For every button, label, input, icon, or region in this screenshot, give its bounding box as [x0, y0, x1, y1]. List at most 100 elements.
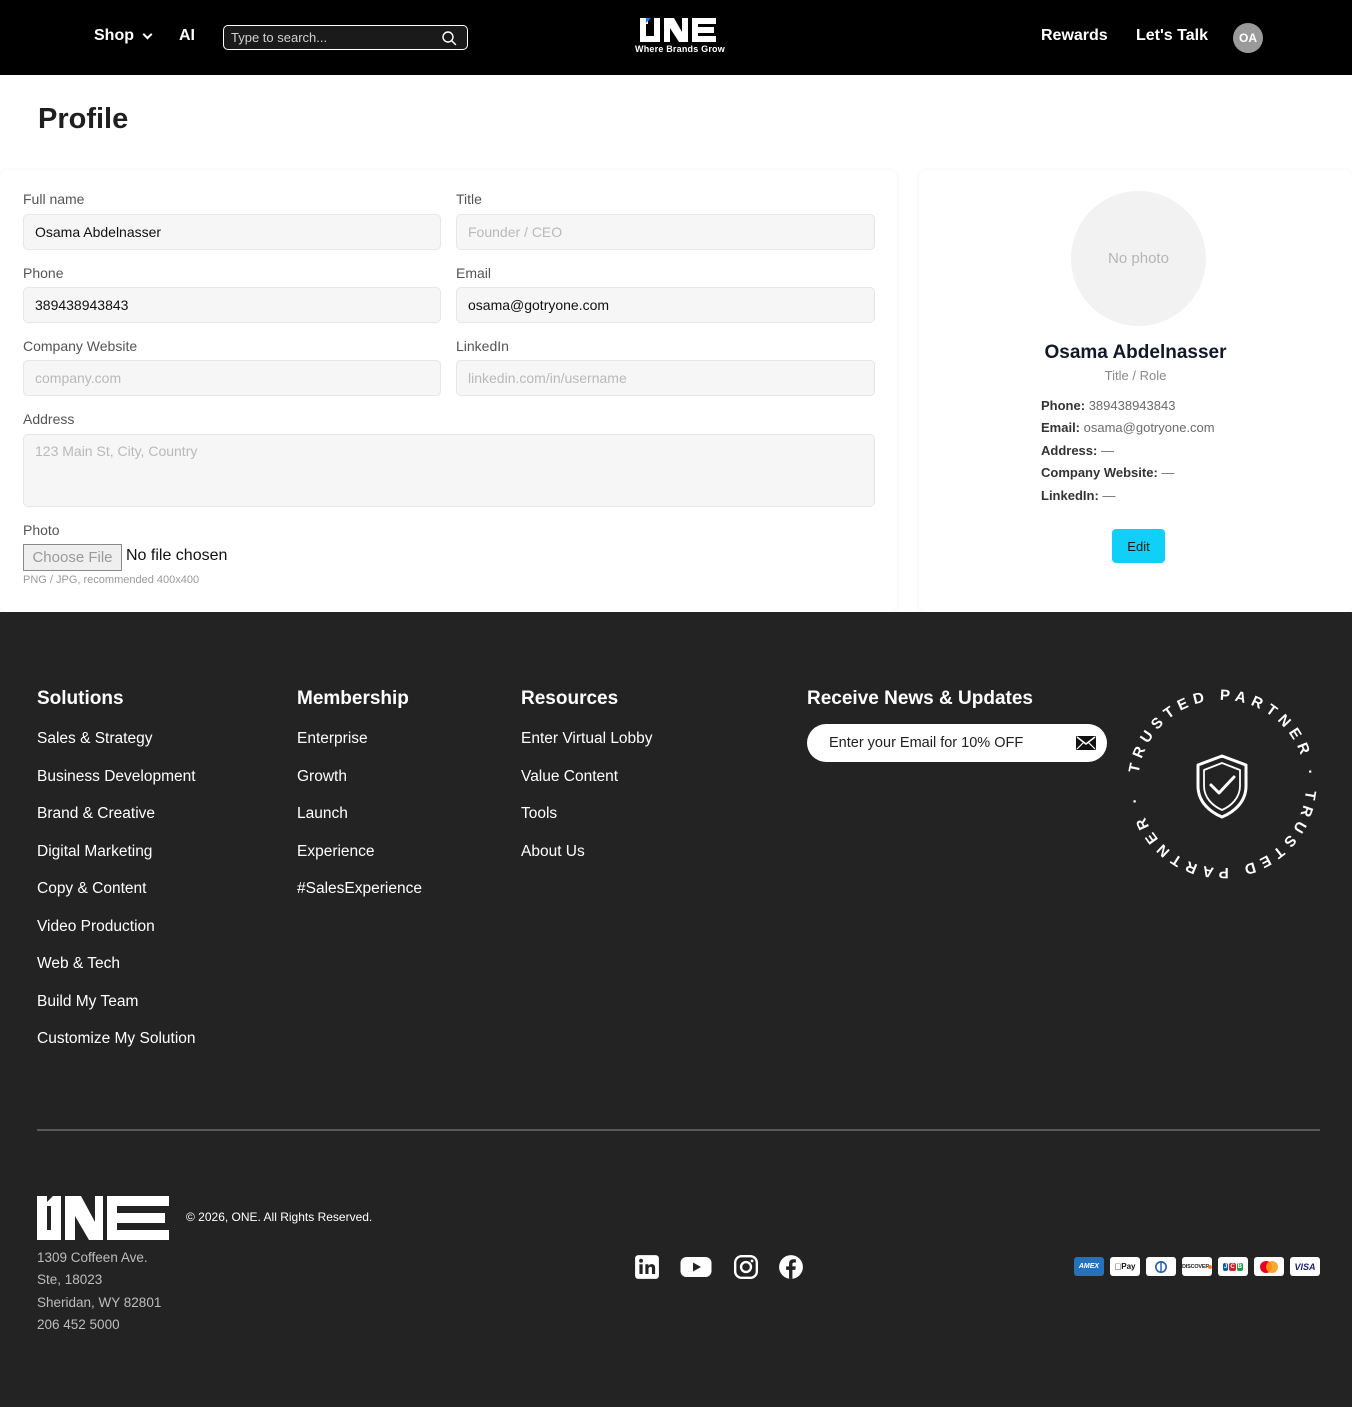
footer-link[interactable]: Copy & Content — [37, 880, 146, 898]
email-input[interactable] — [456, 287, 875, 323]
footer-link[interactable]: Launch — [297, 805, 348, 823]
page-title: Profile — [38, 103, 129, 135]
email-label: Email — [456, 265, 492, 281]
title-input[interactable] — [456, 214, 875, 250]
mastercard-logo — [1260, 1260, 1278, 1273]
mastercard-icon — [1254, 1257, 1284, 1276]
profile-email: Email: osama@gotryone.com — [1041, 420, 1215, 435]
footer-link[interactable]: Business Development — [37, 768, 196, 786]
full-name-input[interactable] — [23, 214, 441, 250]
linkedin-label: LinkedIn — [456, 338, 509, 354]
file-status: No file chosen — [126, 547, 228, 564]
one-logo[interactable]: Where Brands Grow — [632, 14, 728, 62]
jcb-icon: J C B — [1218, 1257, 1248, 1276]
profile-address-value: — — [1100, 443, 1114, 458]
visa-icon: VISA — [1290, 1257, 1320, 1276]
profile-phone: Phone: 389438943843 — [1041, 398, 1175, 413]
lets-talk-link[interactable]: Let's Talk — [1136, 27, 1208, 45]
svg-text:TRUSTED PARTNER · TRUSTED PART: TRUSTED PARTNER · TRUSTED PARTNER · — [1125, 687, 1319, 881]
profile-address: Address: — — [1041, 443, 1114, 458]
footer-divider — [37, 1129, 1320, 1131]
top-navbar: Shop AI Where Brands Grow Rewards Let's … — [0, 0, 1352, 75]
footer-link[interactable]: Customize My Solution — [37, 1030, 196, 1048]
photo-hint: PNG / JPG, recommended 400x400 — [23, 574, 200, 586]
profile-linkedin-label: LinkedIn: — [1041, 488, 1099, 503]
trusted-partner-badge: TRUSTED PARTNER · TRUSTED PARTNER · — [1125, 687, 1319, 881]
photo-label: Photo — [23, 522, 60, 538]
choose-file-button[interactable]: Choose File — [23, 544, 122, 571]
footer-link[interactable]: Web & Tech — [37, 955, 120, 973]
ai-link[interactable]: AI — [179, 27, 195, 45]
address-line: Sheridan, WY 82801 — [37, 1295, 162, 1310]
footer-link[interactable]: #SalesExperience — [297, 880, 422, 898]
profile-phone-label: Phone: — [1041, 398, 1086, 413]
phone-line: 206 452 5000 — [37, 1317, 120, 1332]
jcb-logo: J C B — [1222, 1262, 1244, 1271]
jcb-letter-j: J — [1222, 1262, 1229, 1271]
profile-photo-placeholder: No photo — [1071, 191, 1206, 326]
badge-text: TRUSTED PARTNER · TRUSTED PARTNER · — [1125, 687, 1313, 881]
footer-link[interactable]: Sales & Strategy — [37, 730, 152, 748]
shop-menu[interactable]: Shop — [94, 27, 153, 45]
website-input[interactable] — [23, 360, 441, 396]
profile-website-label: Company Website: — [1041, 465, 1158, 480]
footer-link[interactable]: Build My Team — [37, 993, 138, 1011]
edit-profile-button[interactable]: Edit — [1112, 529, 1165, 563]
membership-title: Membership — [297, 688, 409, 709]
linkedin-icon[interactable] — [634, 1254, 660, 1280]
profile-email-label: Email: — [1041, 420, 1081, 435]
address-label: Address — [23, 411, 75, 427]
footer-link[interactable]: Experience — [297, 843, 375, 861]
youtube-icon[interactable] — [680, 1254, 712, 1280]
newsletter-title: Receive News & Updates — [807, 688, 1033, 709]
footer-link[interactable]: Brand & Creative — [37, 805, 155, 823]
footer-link[interactable]: About Us — [521, 843, 585, 861]
resources-title: Resources — [521, 688, 619, 709]
footer-link[interactable]: Growth — [297, 768, 347, 786]
footer-link[interactable]: Enterprise — [297, 730, 368, 748]
address-line: Ste, 18023 — [37, 1272, 103, 1287]
profile-website-value: — — [1161, 465, 1175, 480]
footer-link[interactable]: Digital Marketing — [37, 843, 152, 861]
footer-link[interactable]: Tools — [521, 805, 557, 823]
apple-pay-icon: Pay — [1110, 1257, 1140, 1276]
footer-link[interactable]: Enter Virtual Lobby — [521, 730, 653, 748]
newsletter-form — [807, 724, 1107, 762]
linkedin-input[interactable] — [456, 360, 875, 396]
jcb-letter-c: C — [1229, 1262, 1236, 1271]
profile-name: Osama Abdelnasser — [1044, 342, 1227, 363]
footer-link[interactable]: Value Content — [521, 768, 618, 786]
profile-role: Title / Role — [1104, 368, 1167, 383]
envelope-icon[interactable] — [1075, 735, 1097, 751]
shop-label: Shop — [94, 27, 134, 44]
search-box[interactable] — [223, 25, 468, 50]
footer-one-logo[interactable] — [37, 1194, 171, 1242]
profile-phone-value: 389438943843 — [1088, 398, 1176, 413]
profile-email-value: osama@gotryone.com — [1083, 420, 1215, 435]
rewards-link[interactable]: Rewards — [1041, 27, 1108, 45]
address-textarea[interactable] — [23, 434, 875, 507]
amex-icon: AMEX — [1074, 1257, 1104, 1276]
chevron-down-icon — [142, 29, 153, 39]
phone-input[interactable] — [23, 287, 441, 323]
copyright-text: © 2026, ONE. All Rights Reserved. — [186, 1210, 373, 1224]
website-label: Company Website — [23, 338, 138, 354]
search-icon[interactable] — [441, 30, 457, 46]
jcb-letter-b: B — [1236, 1262, 1244, 1271]
profile-linkedin-value: — — [1102, 488, 1116, 503]
solutions-title: Solutions — [37, 688, 124, 709]
footer-link[interactable]: Video Production — [37, 918, 155, 936]
one-logo-mark — [640, 18, 716, 42]
search-input[interactable] — [231, 28, 431, 46]
facebook-icon[interactable] — [778, 1254, 804, 1280]
apple-pay-label: Pay — [1117, 1262, 1135, 1271]
instagram-icon[interactable] — [733, 1254, 759, 1280]
title-label: Title — [456, 191, 482, 207]
full-name-label: Full name — [23, 191, 85, 207]
profile-address-label: Address: — [1041, 443, 1098, 458]
newsletter-email-input[interactable] — [829, 733, 1059, 753]
user-avatar[interactable]: OA — [1233, 23, 1263, 53]
phone-label: Phone — [23, 265, 64, 281]
address-line: 1309 Coffeen Ave. — [37, 1250, 148, 1265]
discover-label: DISCOVER — [1182, 1263, 1210, 1270]
